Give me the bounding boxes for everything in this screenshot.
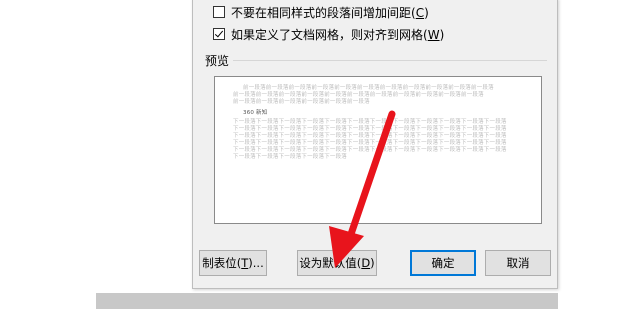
arrow-shaft (345, 110, 396, 244)
arrow-head (329, 226, 364, 268)
red-arrow-icon (329, 110, 396, 268)
